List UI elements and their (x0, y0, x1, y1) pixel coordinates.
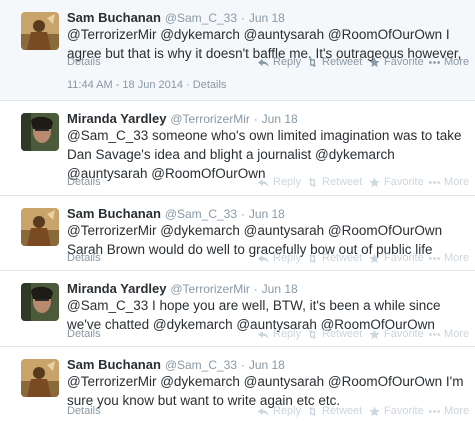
reply-button[interactable]: Reply (258, 56, 301, 68)
favorite-button[interactable]: Favorite (369, 176, 424, 188)
avatar[interactable] (21, 113, 59, 151)
author-handle[interactable]: @TerrorizerMir (170, 282, 250, 296)
star-icon (369, 252, 380, 263)
more-button[interactable]: More (429, 328, 469, 340)
tweet-time[interactable]: Jun 18 (262, 282, 298, 296)
reply-icon (258, 254, 269, 263)
author-name[interactable]: Miranda Yardley (67, 281, 166, 296)
reply-button[interactable]: Reply (258, 328, 301, 340)
star-icon (369, 405, 380, 416)
tweet-timeline: Sam Buchanan @Sam_C_33 · Jun 18 @Terrori… (0, 0, 475, 432)
details-link[interactable]: Details (67, 328, 101, 340)
more-icon (429, 409, 440, 413)
reply-icon (258, 58, 269, 67)
more-icon (429, 256, 440, 260)
favorite-button[interactable]: Favorite (369, 328, 424, 340)
retweet-icon (308, 177, 317, 187)
favorite-button[interactable]: Favorite (369, 252, 424, 264)
tweet-actions: Details Reply Retweet Favorite More (67, 405, 472, 421)
details-link[interactable]: Details (67, 56, 101, 68)
tweet-time[interactable]: Jun 18 (249, 11, 285, 25)
tweet-actions: Details Reply Retweet Favorite More (67, 176, 472, 192)
tweet[interactable]: Miranda Yardley @TerrorizerMir · Jun 18 … (0, 271, 475, 347)
author-name[interactable]: Sam Buchanan (67, 10, 161, 25)
author-handle[interactable]: @TerrorizerMir (170, 112, 250, 126)
more-icon (429, 60, 440, 64)
tweet-time[interactable]: Jun 18 (262, 112, 298, 126)
retweet-button[interactable]: Retweet (307, 56, 362, 68)
tweet-time[interactable]: Jun 18 (249, 358, 285, 372)
retweet-button[interactable]: Retweet (307, 328, 362, 340)
details-link[interactable]: Details (67, 252, 101, 264)
reply-button[interactable]: Reply (258, 176, 301, 188)
tweet-timestamp[interactable]: 11:44 AM - 18 Jun 2014 · Details (67, 79, 226, 91)
details-link[interactable]: Details (67, 176, 101, 188)
tweet[interactable]: Miranda Yardley @TerrorizerMir · Jun 18 … (0, 101, 475, 196)
retweet-button[interactable]: Retweet (307, 252, 362, 264)
tweet-time[interactable]: Jun 18 (249, 207, 285, 221)
author-name[interactable]: Sam Buchanan (67, 357, 161, 372)
reply-button[interactable]: Reply (258, 252, 301, 264)
reply-button[interactable]: Reply (258, 405, 301, 417)
star-icon (369, 176, 380, 187)
more-button[interactable]: More (429, 56, 469, 68)
reply-icon (258, 407, 269, 416)
more-button[interactable]: More (429, 405, 469, 417)
retweet-button[interactable]: Retweet (307, 176, 362, 188)
author-handle[interactable]: @Sam_C_33 (165, 207, 237, 221)
retweet-icon (308, 57, 317, 67)
favorite-button[interactable]: Favorite (369, 56, 424, 68)
retweet-icon (308, 406, 317, 416)
tweet-text: @Sam_C_33 someone who's own limited imag… (67, 128, 462, 181)
favorite-button[interactable]: Favorite (369, 405, 424, 417)
more-button[interactable]: More (429, 252, 469, 264)
author-handle[interactable]: @Sam_C_33 (165, 11, 237, 25)
tweet[interactable]: Sam Buchanan @Sam_C_33 · Jun 18 @Terrori… (0, 0, 475, 101)
reply-icon (258, 178, 269, 187)
tweet[interactable]: Sam Buchanan @Sam_C_33 · Jun 18 @Terrori… (0, 196, 475, 271)
avatar[interactable] (21, 283, 59, 321)
tweet-actions: Details Reply Retweet Favorite More (67, 252, 472, 268)
reply-icon (258, 330, 269, 339)
author-name[interactable]: Sam Buchanan (67, 206, 161, 221)
more-icon (429, 332, 440, 336)
tweet-actions: Details Reply Retweet Favorite More (67, 328, 472, 344)
retweet-icon (308, 253, 317, 263)
avatar[interactable] (21, 12, 59, 50)
tweet-actions: Details Reply Retweet Favorite More (67, 56, 472, 72)
author-handle[interactable]: @Sam_C_33 (165, 358, 237, 372)
more-button[interactable]: More (429, 176, 469, 188)
retweet-button[interactable]: Retweet (307, 405, 362, 417)
author-name[interactable]: Miranda Yardley (67, 111, 166, 126)
avatar[interactable] (21, 208, 59, 246)
tweet[interactable]: Sam Buchanan @Sam_C_33 · Jun 18 @Terrori… (0, 347, 475, 432)
details-link[interactable]: Details (67, 405, 101, 417)
star-icon (369, 56, 380, 67)
more-icon (429, 180, 440, 184)
star-icon (369, 328, 380, 339)
retweet-icon (308, 329, 317, 339)
avatar[interactable] (21, 359, 59, 397)
